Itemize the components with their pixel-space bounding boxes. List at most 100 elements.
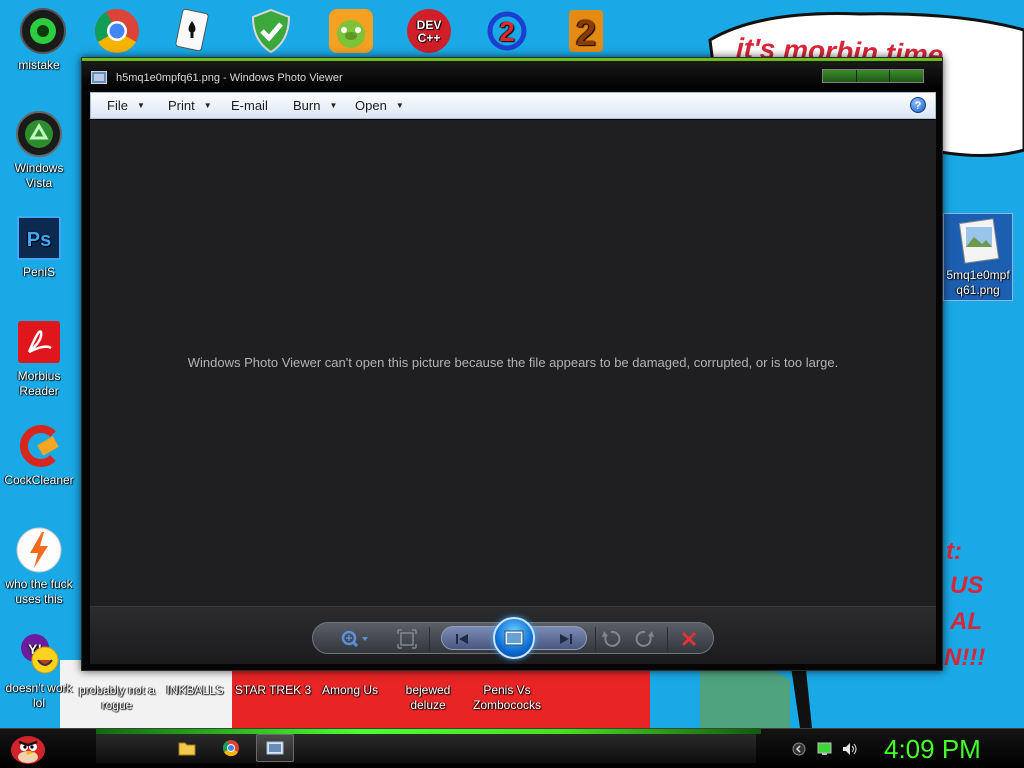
menu-email-label: E-mail bbox=[231, 98, 268, 113]
desktop-icon-star-trek-3[interactable]: STAR TREK 3 bbox=[234, 683, 312, 698]
menubar: File ▼ Print ▼ E-mail Burn ▼ Open ▼ ? bbox=[90, 92, 936, 119]
desktop-icon-label: 5mq1e0mpfq61.png bbox=[946, 268, 1010, 297]
desktop-icon-orange-2[interactable]: 2 bbox=[550, 7, 620, 58]
chevron-down-icon: ▼ bbox=[395, 101, 404, 110]
help-icon[interactable]: ? bbox=[910, 97, 926, 113]
taskbar-explorer-button[interactable] bbox=[172, 734, 202, 762]
image-viewing-area: Windows Photo Viewer can't open this pic… bbox=[90, 120, 936, 606]
svg-text:2: 2 bbox=[499, 16, 515, 47]
slideshow-icon bbox=[504, 630, 524, 646]
menu-open[interactable]: Open ▼ bbox=[355, 98, 404, 113]
separator bbox=[595, 627, 596, 651]
tray-expand-icon[interactable] bbox=[792, 742, 806, 756]
desktop-icon-probably-not-a-rogue[interactable]: probably not a rogue bbox=[78, 683, 156, 713]
next-button[interactable] bbox=[554, 627, 578, 651]
menu-print-label: Print bbox=[168, 98, 195, 113]
actual-size-button[interactable] bbox=[395, 627, 419, 651]
desktop-icon-label: STAR TREK 3 bbox=[234, 683, 312, 697]
previous-button[interactable] bbox=[450, 627, 474, 651]
orange-2-icon: 2 bbox=[561, 7, 609, 55]
desktop-icon-label: probably not a rogue bbox=[78, 683, 156, 712]
desktop-icon-label: bejewed deluze bbox=[405, 683, 451, 712]
desktop-icon-security[interactable] bbox=[236, 7, 306, 58]
network-icon[interactable] bbox=[817, 742, 832, 756]
controls-pill bbox=[312, 617, 714, 659]
window-titlebar[interactable]: h5mq1e0mpfq61.png - Windows Photo Viewer bbox=[82, 58, 942, 90]
window-title: h5mq1e0mpfq61.png - Windows Photo Viewer bbox=[116, 72, 343, 84]
desktop-icon-label: mistake bbox=[18, 58, 60, 72]
start-button[interactable] bbox=[6, 730, 50, 766]
desktop-icon-mistake[interactable]: mistake bbox=[0, 7, 78, 73]
desktop-icon-penis-vs-zombococks[interactable]: Penis Vs Zombococks bbox=[467, 683, 547, 713]
delete-button[interactable] bbox=[677, 627, 701, 651]
chevron-down-icon: ▼ bbox=[329, 101, 338, 110]
desktop-icon-label: Penis Vs Zombococks bbox=[472, 683, 542, 712]
desktop-icon-solitaire[interactable] bbox=[156, 7, 226, 58]
desktop-icon-chrome[interactable] bbox=[82, 7, 152, 58]
desktop-icon-label: who the fuck uses this bbox=[5, 577, 73, 606]
chevron-down-icon: ▼ bbox=[203, 101, 212, 110]
desktop-icon-dev-cpp[interactable]: DEV C++ bbox=[394, 7, 464, 58]
angry-bird-start-icon bbox=[11, 732, 45, 764]
desktop-icon-label: doesn't work lol bbox=[5, 681, 73, 710]
menu-email[interactable]: E-mail bbox=[231, 98, 268, 113]
rotate-clockwise-icon bbox=[635, 630, 654, 647]
menu-print[interactable]: Print ▼ bbox=[168, 98, 212, 113]
photoshop-icon: Ps bbox=[15, 214, 63, 262]
desktop-icon-windows-vista[interactable]: Windows Vista bbox=[0, 110, 78, 191]
lightning-icon bbox=[15, 526, 63, 574]
separator bbox=[429, 627, 430, 651]
wallpaper-fragment: N!!! bbox=[944, 644, 986, 671]
desktop-icon-label: PeniS bbox=[22, 265, 56, 279]
wallpaper-fragment: t: bbox=[946, 538, 962, 565]
desktop-icon-label: CockCleaner bbox=[4, 473, 74, 487]
menu-burn[interactable]: Burn ▼ bbox=[293, 98, 337, 113]
chrome-icon bbox=[222, 740, 239, 757]
menu-open-label: Open bbox=[355, 98, 387, 113]
minimize-button[interactable] bbox=[823, 70, 857, 82]
rotate-right-button[interactable] bbox=[633, 627, 657, 651]
desktop-icon-png-file[interactable]: 5mq1e0mpfq61.png bbox=[943, 213, 1013, 301]
close-button[interactable] bbox=[890, 70, 924, 82]
slideshow-button[interactable] bbox=[493, 617, 535, 659]
desktop-icon-label: INKBALLS bbox=[166, 683, 224, 697]
rotate-counterclockwise-icon bbox=[602, 630, 621, 647]
folder-icon bbox=[178, 742, 196, 756]
solitaire-icon bbox=[167, 7, 215, 55]
dev-cpp-icon: DEV C++ bbox=[405, 7, 453, 55]
taskbar-photo-viewer-button[interactable] bbox=[256, 734, 294, 762]
yahoo-messenger-icon: Y! bbox=[15, 630, 63, 678]
desktop-icon-cockcleaner[interactable]: CockCleaner bbox=[0, 422, 78, 488]
photo-viewer-window[interactable]: h5mq1e0mpfq61.png - Windows Photo Viewer… bbox=[81, 57, 943, 671]
desktop-icon-among-us[interactable]: Among Us bbox=[311, 683, 389, 698]
svg-text:DEV: DEV bbox=[417, 18, 442, 32]
menu-file-label: File bbox=[107, 98, 128, 113]
blue-2-icon: 2 bbox=[483, 7, 531, 55]
chrome-icon bbox=[93, 7, 141, 55]
taskbar-chrome-button[interactable] bbox=[216, 734, 246, 762]
taskbar-clock[interactable]: 4:09 PM bbox=[884, 734, 981, 765]
desktop-icon-inkballs[interactable]: INKBALLS bbox=[156, 683, 234, 698]
pdf-reader-icon bbox=[15, 318, 63, 366]
wallpaper-fragment: US bbox=[950, 572, 984, 599]
desktop-icon-who-uses-this[interactable]: who the fuck uses this bbox=[0, 526, 78, 607]
desktop-icon-yahoo[interactable]: Y! doesn't work lol bbox=[0, 630, 78, 711]
window-controls bbox=[822, 69, 924, 83]
desktop-icon-penis-photoshop[interactable]: Ps PeniS bbox=[0, 214, 78, 280]
desktop-icon-blue-2[interactable]: 2 bbox=[472, 7, 542, 58]
rotate-left-button[interactable] bbox=[599, 627, 623, 651]
maximize-button[interactable] bbox=[856, 70, 891, 82]
desktop-icon-bad-piggies[interactable] bbox=[316, 7, 386, 58]
zoom-button[interactable] bbox=[337, 627, 373, 651]
desktop-icon-bejewed-deluze[interactable]: bejewed deluze bbox=[389, 683, 467, 713]
volume-icon[interactable] bbox=[842, 742, 857, 756]
zoom-icon bbox=[341, 630, 368, 648]
menu-file[interactable]: File ▼ bbox=[107, 98, 145, 113]
desktop-icon-label: Windows Vista bbox=[14, 161, 64, 190]
error-message: Windows Photo Viewer can't open this pic… bbox=[187, 355, 839, 370]
bad-piggies-icon bbox=[327, 7, 375, 55]
control-bar bbox=[90, 606, 936, 664]
menu-burn-label: Burn bbox=[293, 98, 321, 113]
desktop-icon-morbius-reader[interactable]: Morbius Reader bbox=[0, 318, 78, 399]
security-shield-icon bbox=[247, 7, 295, 55]
